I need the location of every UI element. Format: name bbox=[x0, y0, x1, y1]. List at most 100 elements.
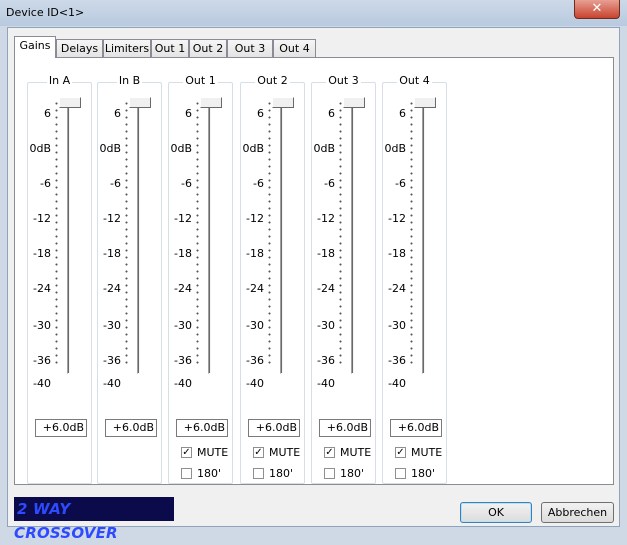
scale-tick-label: -36 bbox=[174, 354, 192, 367]
tab-delays[interactable]: Delays bbox=[56, 39, 103, 57]
scale-dots bbox=[268, 100, 271, 364]
phase-180-checkbox[interactable] bbox=[395, 468, 406, 479]
fader-thumb[interactable] bbox=[129, 97, 151, 108]
tab-out-3[interactable]: Out 3 bbox=[227, 39, 273, 57]
scale-tick-label: -6 bbox=[395, 177, 406, 190]
channel-label: Out 2 bbox=[240, 74, 305, 87]
channel-label: Out 1 bbox=[168, 74, 233, 87]
tab-limiters[interactable]: Limiters bbox=[103, 39, 151, 57]
fader-track[interactable] bbox=[351, 104, 355, 374]
scale-tick-label: 0dB bbox=[313, 142, 335, 155]
scale-tick-label: 6 bbox=[114, 107, 121, 120]
mute-checkbox[interactable]: ✓ bbox=[324, 447, 335, 458]
scale-dots bbox=[125, 100, 128, 364]
scale-tick-label: -30 bbox=[103, 319, 121, 332]
gains-panel: In A 6 0dB -6 -12 -18 -24 -30 -36 -40 +6.0dB In B 6 0… bbox=[14, 57, 614, 485]
close-button[interactable]: ✕ bbox=[574, 0, 620, 19]
scale-tick-label: -36 bbox=[388, 354, 406, 367]
scale-tick-label: -18 bbox=[33, 247, 51, 260]
fader-track[interactable] bbox=[67, 104, 71, 374]
tab-out-4[interactable]: Out 4 bbox=[273, 39, 316, 57]
dialog-body: Gains Delays Limiters Out 1 Out 2 Out 3 … bbox=[7, 27, 620, 542]
scale-tick-label: -40 bbox=[103, 377, 121, 390]
scale-tick-label: -6 bbox=[181, 177, 192, 190]
phase-180-checkbox[interactable] bbox=[181, 468, 192, 479]
scale-tick-label: 6 bbox=[44, 107, 51, 120]
tab-out-2[interactable]: Out 2 bbox=[189, 39, 227, 57]
fader-track[interactable] bbox=[422, 104, 426, 374]
channel-name: In B bbox=[116, 74, 143, 87]
tab-out-1[interactable]: Out 1 bbox=[151, 39, 189, 57]
scale-tick-label: -12 bbox=[103, 212, 121, 225]
scale-tick-label: -24 bbox=[174, 282, 192, 295]
mute-checkbox[interactable]: ✓ bbox=[253, 447, 264, 458]
channel-name: Out 1 bbox=[183, 74, 218, 87]
scale-tick-label: 6 bbox=[185, 107, 192, 120]
channel-label: In A bbox=[27, 74, 92, 87]
scale-dots bbox=[410, 100, 413, 364]
tab-gains[interactable]: Gains bbox=[14, 36, 56, 58]
fader-thumb[interactable] bbox=[59, 97, 81, 108]
mute-label: MUTE bbox=[269, 446, 301, 459]
channel-name: Out 3 bbox=[326, 74, 361, 87]
scale-tick-label: -12 bbox=[246, 212, 264, 225]
scale-tick-label: 0dB bbox=[384, 142, 406, 155]
channel-group: Out 4 6 0dB -6 -12 -18 -24 -30 -36 -40 +6.0dB ✓ MUTE… bbox=[382, 74, 447, 502]
scale-tick-label: -36 bbox=[246, 354, 264, 367]
scale-tick-label: -36 bbox=[33, 354, 51, 367]
phase-180-checkbox[interactable] bbox=[253, 468, 264, 479]
fader-track[interactable] bbox=[137, 104, 141, 374]
scale-dots bbox=[339, 100, 342, 364]
scale-tick-label: 0dB bbox=[29, 142, 51, 155]
channel-label: In B bbox=[97, 74, 162, 87]
scale-dots bbox=[196, 100, 199, 364]
fader-track[interactable] bbox=[280, 104, 284, 374]
mute-label: MUTE bbox=[411, 446, 443, 459]
title-bar: Device ID<1> ✕ bbox=[0, 0, 627, 26]
scale-tick-label: -24 bbox=[33, 282, 51, 295]
scale-tick-label: -40 bbox=[33, 377, 51, 390]
scale-tick-label: 0dB bbox=[99, 142, 121, 155]
scale-tick-label: -12 bbox=[388, 212, 406, 225]
scale-tick-label: -6 bbox=[110, 177, 121, 190]
scale-tick-label: 6 bbox=[257, 107, 264, 120]
gain-value-field[interactable]: +6.0dB bbox=[390, 419, 442, 437]
scale-tick-label: 6 bbox=[328, 107, 335, 120]
gain-value-field[interactable]: +6.0dB bbox=[105, 419, 157, 437]
scale-tick-label: -12 bbox=[174, 212, 192, 225]
mute-label: MUTE bbox=[340, 446, 372, 459]
channel-group: Out 1 6 0dB -6 -12 -18 -24 -30 -36 -40 +6.0dB ✓ MUTE… bbox=[168, 74, 233, 502]
gain-value-field[interactable]: +6.0dB bbox=[35, 419, 87, 437]
scale-tick-label: -36 bbox=[317, 354, 335, 367]
fader-track[interactable] bbox=[208, 104, 212, 374]
gain-value-field[interactable]: +6.0dB bbox=[248, 419, 300, 437]
scale-tick-label: -12 bbox=[33, 212, 51, 225]
scale-tick-label: -6 bbox=[253, 177, 264, 190]
phase-180-checkbox[interactable] bbox=[324, 468, 335, 479]
scale-tick-label: -24 bbox=[317, 282, 335, 295]
scale-tick-label: 6 bbox=[399, 107, 406, 120]
mute-checkbox[interactable]: ✓ bbox=[395, 447, 406, 458]
channel-group: In B 6 0dB -6 -12 -18 -24 -30 -36 -40 +6.0dB bbox=[97, 74, 162, 502]
channel-label: Out 3 bbox=[311, 74, 376, 87]
scale-tick-label: 0dB bbox=[170, 142, 192, 155]
scale-tick-label: -18 bbox=[388, 247, 406, 260]
scale-tick-label: -6 bbox=[40, 177, 51, 190]
scale-tick-label: -30 bbox=[174, 319, 192, 332]
cancel-button[interactable]: Abbrechen bbox=[541, 502, 614, 523]
mute-label: MUTE bbox=[197, 446, 229, 459]
fader-thumb[interactable] bbox=[272, 97, 294, 108]
scale-tick-label: -6 bbox=[324, 177, 335, 190]
mute-checkbox[interactable]: ✓ bbox=[181, 447, 192, 458]
fader-thumb[interactable] bbox=[343, 97, 365, 108]
fader-thumb[interactable] bbox=[414, 97, 436, 108]
scale-tick-label: -18 bbox=[174, 247, 192, 260]
scale-tick-label: -24 bbox=[103, 282, 121, 295]
gain-value-field[interactable]: +6.0dB bbox=[319, 419, 371, 437]
channel-group: Out 2 6 0dB -6 -12 -18 -24 -30 -36 -40 +6.0dB ✓ MUTE… bbox=[240, 74, 305, 502]
fader-thumb[interactable] bbox=[200, 97, 222, 108]
ok-button[interactable]: OK bbox=[460, 502, 532, 523]
gain-value-field[interactable]: +6.0dB bbox=[176, 419, 228, 437]
phase-180-label: 180' bbox=[340, 467, 365, 480]
scale-tick-label: -18 bbox=[103, 247, 121, 260]
